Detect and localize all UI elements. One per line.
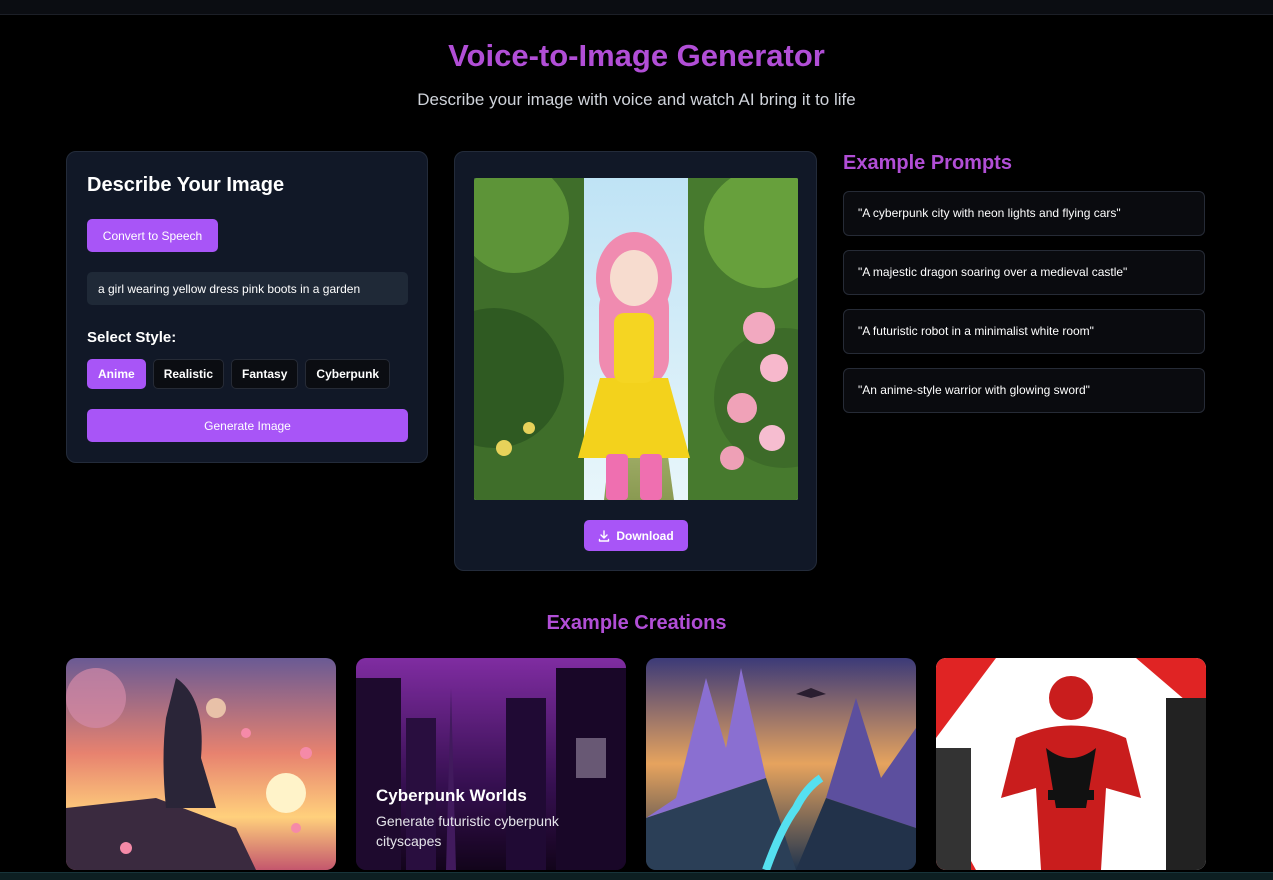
browser-bottom-bar <box>0 872 1273 880</box>
describe-panel: Describe Your Image Convert to Speech a … <box>66 151 428 463</box>
example-prompts-title: Example Prompts <box>843 152 1012 174</box>
download-button[interactable]: Download <box>584 520 688 551</box>
style-label: Select Style: <box>87 329 177 346</box>
describe-heading: Describe Your Image <box>87 174 285 196</box>
style-selector: Anime Realistic Fantasy Cyberpunk <box>87 359 391 389</box>
result-panel: Download <box>454 151 817 571</box>
creation-card-fantasy[interactable] <box>646 658 916 870</box>
style-anime-button[interactable]: Anime <box>87 359 146 389</box>
example-prompt-item[interactable]: "A futuristic robot in a minimalist whit… <box>843 309 1205 354</box>
creation-image-comic <box>936 658 1206 870</box>
browser-top-bar <box>0 0 1273 15</box>
example-prompt-item[interactable]: "A cyberpunk city with neon lights and f… <box>843 191 1205 236</box>
creation-card-description: Generate futuristic cyberpunk cityscapes <box>376 813 559 849</box>
creation-card-anime[interactable] <box>66 658 336 870</box>
generated-image <box>474 178 798 500</box>
creation-card-cyberpunk[interactable]: Cyberpunk Worlds Generate futuristic cyb… <box>356 658 626 870</box>
style-cyberpunk-button[interactable]: Cyberpunk <box>305 359 391 389</box>
convert-to-speech-button[interactable]: Convert to Speech <box>87 219 218 252</box>
generate-image-button[interactable]: Generate Image <box>87 409 408 442</box>
example-prompts-list: "A cyberpunk city with neon lights and f… <box>843 191 1205 427</box>
style-realistic-button[interactable]: Realistic <box>152 359 225 389</box>
page-title: Voice-to-Image Generator <box>448 38 825 73</box>
creation-image-anime <box>66 658 336 870</box>
download-icon <box>599 529 610 542</box>
example-prompt-item[interactable]: "An anime-style warrior with glowing swo… <box>843 368 1205 413</box>
download-label: Download <box>616 528 674 543</box>
example-creations-title: Example Creations <box>546 612 727 634</box>
creation-card-comic[interactable] <box>936 658 1206 870</box>
prompt-input[interactable]: a girl wearing yellow dress pink boots i… <box>87 272 408 305</box>
creation-card-title: Cyberpunk Worlds <box>376 786 527 805</box>
example-prompt-item[interactable]: "A majestic dragon soaring over a mediev… <box>843 250 1205 295</box>
creation-image-fantasy <box>646 658 916 870</box>
page-subtitle: Describe your image with voice and watch… <box>417 90 856 109</box>
style-fantasy-button[interactable]: Fantasy <box>231 359 299 389</box>
